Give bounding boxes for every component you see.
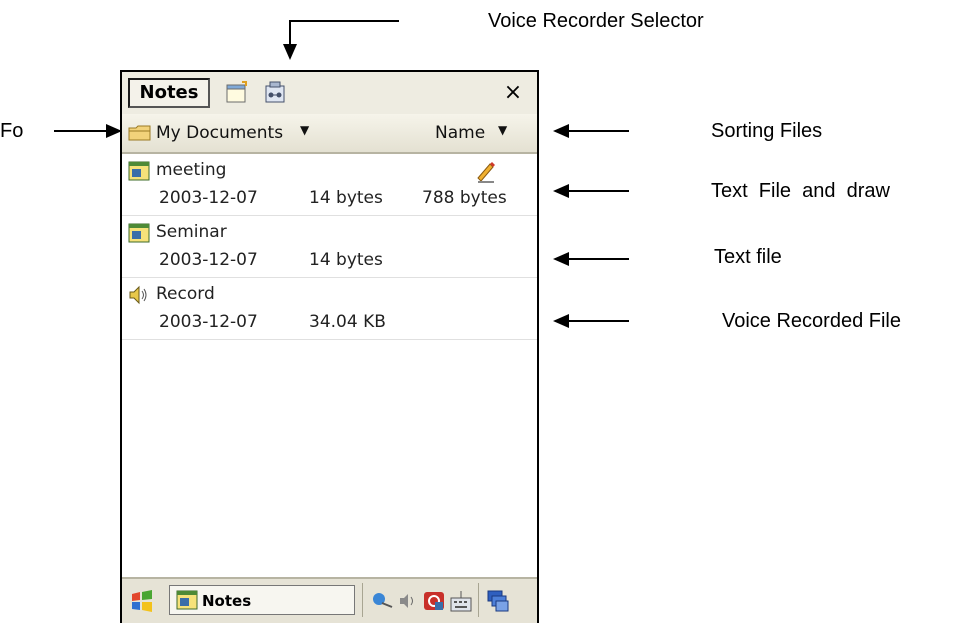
callout-voice-recorder-selector: Voice Recorder Selector (488, 10, 704, 32)
taskbar-notes-button[interactable]: Notes (169, 585, 355, 615)
pencil-drawing-icon (474, 158, 498, 184)
callout-voice-recorded-file: Voice Recorded File (722, 310, 901, 332)
arrow-line (289, 20, 399, 22)
file-name: Record (156, 284, 215, 304)
chevron-down-icon[interactable]: ▼ (498, 123, 507, 137)
drawing-size: 788 bytes (422, 188, 507, 208)
file-date: 2003-12-07 (159, 188, 258, 208)
windows-icon[interactable] (486, 589, 510, 613)
chevron-down-icon[interactable]: ▼ (300, 123, 309, 137)
arrow-head (283, 44, 297, 60)
callout-text-file-and-draw: Text File and draw (711, 180, 890, 202)
file-size: 14 bytes (309, 188, 383, 208)
folder-dropdown-label[interactable]: My Documents (156, 123, 283, 143)
divider (362, 583, 363, 617)
folder-bar: My Documents ▼ Name ▼ (122, 114, 537, 154)
arrow-line (567, 190, 629, 192)
volume-icon[interactable] (397, 589, 421, 613)
keyboard-icon[interactable] (449, 589, 473, 613)
voice-recorder-icon[interactable] (262, 80, 288, 106)
folder-icon[interactable] (128, 124, 152, 142)
new-note-icon[interactable] (224, 80, 250, 106)
notes-app-window: Notes × My Documents ▼ Name ▼ meeting 20… (120, 70, 539, 623)
callout-folder: Fo (0, 120, 24, 142)
windows-start-icon[interactable] (130, 589, 154, 613)
taskbar-notes-label: Notes (202, 592, 252, 610)
speaker-icon (128, 284, 150, 306)
close-button[interactable]: × (499, 78, 527, 108)
list-item[interactable]: meeting 2003-12-07 14 bytes 788 bytes (122, 154, 537, 216)
arrow-line (567, 320, 629, 322)
toolbar: Notes × (122, 72, 537, 115)
arrow-line (289, 20, 291, 44)
arrow-line (567, 130, 629, 132)
arrow-line (567, 258, 629, 260)
sync-icon[interactable] (422, 589, 446, 613)
notes-title-button[interactable]: Notes (128, 78, 210, 108)
callout-text-file: Text file (714, 246, 782, 268)
file-date: 2003-12-07 (159, 312, 258, 332)
file-name: Seminar (156, 222, 227, 242)
list-item[interactable]: Record 2003-12-07 34.04 KB (122, 278, 537, 340)
file-date: 2003-12-07 (159, 250, 258, 270)
file-size: 34.04 KB (309, 312, 386, 332)
callout-sorting-files: Sorting Files (711, 120, 823, 142)
list-item[interactable]: Seminar 2003-12-07 14 bytes (122, 216, 537, 278)
sort-dropdown-label[interactable]: Name (435, 123, 485, 143)
note-icon (128, 160, 150, 182)
network-icon[interactable] (370, 589, 394, 613)
divider (478, 583, 479, 617)
taskbar: Notes (122, 577, 537, 623)
note-icon (128, 222, 150, 244)
file-size: 14 bytes (309, 250, 383, 270)
file-name: meeting (156, 160, 227, 180)
note-icon (176, 590, 198, 610)
arrow-line (54, 130, 108, 132)
